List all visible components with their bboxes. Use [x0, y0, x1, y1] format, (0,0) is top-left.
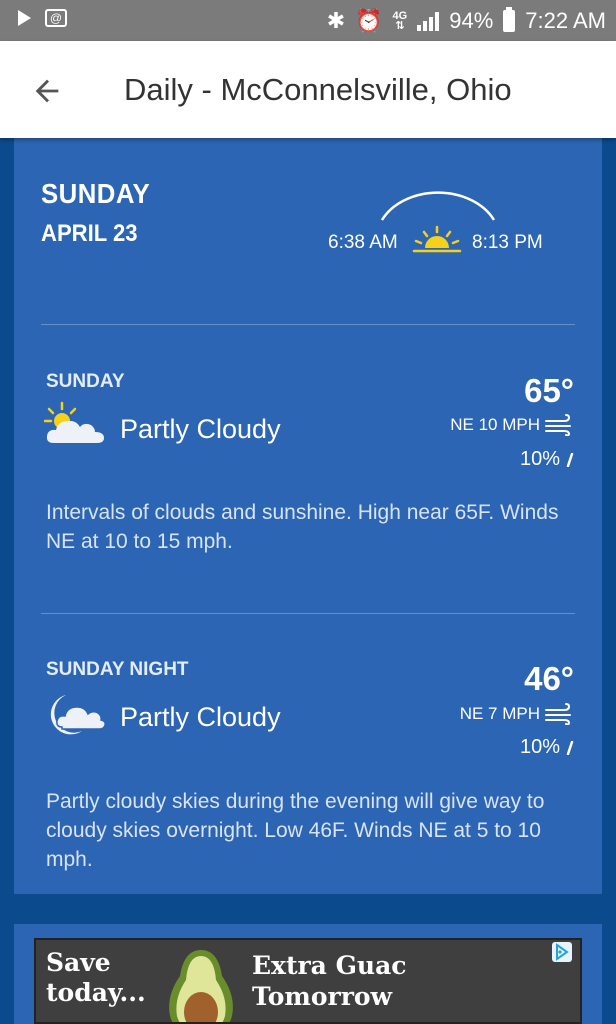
adchoices-icon[interactable]	[552, 942, 572, 962]
status-bar: @ ✱ ⏰ 4G ⇅ 94% 7:22 AM	[0, 0, 616, 41]
sunset-time: 8:13 PM	[472, 232, 543, 253]
period-temperature: 46°	[524, 660, 574, 697]
period-label: SUNDAY	[46, 371, 125, 392]
sun-path-arc-icon	[380, 191, 496, 221]
precip-info: 10%	[520, 448, 574, 471]
period-description: Partly cloudy skies during the evening w…	[46, 790, 545, 871]
network-type-icon: 4G ⇅	[392, 9, 408, 32]
daily-forecast-card: SUNDAY APRIL 23 6:38 AM 8:13 PM SUNDAY 6…	[14, 138, 602, 894]
sun-horizon-icon	[412, 225, 462, 253]
ad-banner[interactable]: Save today... Extra Guac Tomorrow	[34, 938, 582, 1024]
condition-text: Partly Cloudy	[120, 702, 281, 732]
day-date: APRIL 23	[41, 220, 138, 247]
signal-icon	[417, 11, 440, 31]
raindrop-icon	[566, 452, 574, 467]
period-description: Intervals of clouds and sunshine. High n…	[46, 501, 559, 553]
precip-chance: 10%	[519, 736, 560, 758]
sunrise-time: 6:38 AM	[328, 232, 398, 253]
avocado-icon	[169, 950, 233, 1022]
divider	[41, 613, 575, 614]
battery-percent: 94%	[449, 7, 494, 33]
day-name: SUNDAY	[41, 178, 151, 209]
partly-cloudy-night-icon	[50, 695, 106, 735]
wind-info: NE 10 MPH	[450, 414, 574, 436]
alarm-icon: ⏰	[355, 7, 383, 33]
clock: 7:22 AM	[525, 7, 606, 33]
ad-text-left: Save today...	[46, 948, 146, 1007]
partly-cloudy-day-icon	[44, 401, 104, 443]
wind-icon	[545, 703, 571, 725]
wind-text: NE 7 MPH	[459, 704, 540, 723]
bluetooth-icon: ✱	[326, 7, 346, 33]
condition-text: Partly Cloudy	[120, 414, 281, 444]
ad-text-right: Extra Guac Tomorrow	[252, 951, 407, 1011]
divider	[41, 324, 575, 325]
period-temperature: 65°	[524, 372, 574, 409]
raindrop-icon	[566, 740, 574, 755]
email-notification-icon: @	[45, 9, 67, 27]
wind-icon	[545, 414, 571, 436]
back-arrow-icon[interactable]	[30, 74, 64, 108]
play-notification-icon	[18, 10, 31, 26]
battery-icon	[503, 6, 516, 32]
period-label: SUNDAY NIGHT	[46, 659, 189, 680]
wind-info: NE 7 MPH	[460, 703, 574, 725]
page-title: Daily - McConnelsville, Ohio	[124, 72, 512, 107]
wind-text: NE 10 MPH	[450, 415, 540, 434]
precip-info: 10%	[520, 736, 574, 759]
app-bar: Daily - McConnelsville, Ohio	[0, 41, 616, 138]
precip-chance: 10%	[519, 448, 560, 470]
